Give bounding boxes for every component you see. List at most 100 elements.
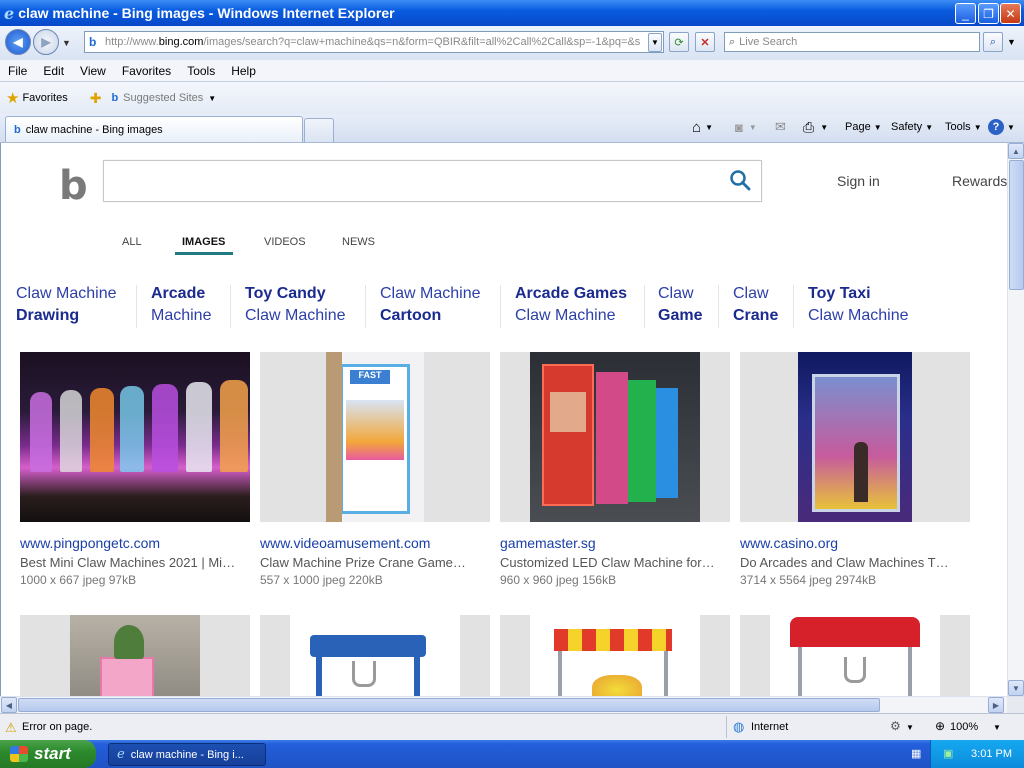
tab-current[interactable]: b claw machine - Bing images	[5, 116, 303, 142]
tab-images[interactable]: IMAGES	[182, 236, 225, 248]
warning-icon[interactable]: ⚠	[5, 720, 17, 736]
scroll-down-button[interactable]: ▼	[1008, 680, 1024, 696]
favorites-button[interactable]: Favorites	[22, 92, 67, 104]
scroll-left-button[interactable]: ◀	[1, 697, 17, 713]
url-prefix: http://www.	[105, 36, 159, 48]
result-source-link[interactable]: www.videoamusement.com	[260, 535, 430, 551]
zoom-level[interactable]: 100%	[950, 721, 978, 733]
image-result-thumbnail[interactable]	[20, 615, 250, 696]
page-menu[interactable]: Page ▼	[845, 117, 882, 137]
start-button[interactable]: start	[0, 740, 96, 768]
result-description[interactable]: Best Mini Claw Machines 2021 | Mi…	[20, 555, 270, 570]
scroll-right-button[interactable]: ▶	[988, 697, 1004, 713]
sign-in-link[interactable]: Sign in	[837, 173, 880, 189]
horizontal-scroll-thumb[interactable]	[18, 698, 880, 712]
bing-search-input[interactable]	[103, 160, 762, 202]
stop-icon: ✕	[700, 36, 710, 49]
window-titlebar: e claw machine - Bing images - Windows I…	[0, 0, 1024, 26]
bing-favicon-icon: b	[14, 123, 21, 136]
result-source-link[interactable]: www.casino.org	[740, 535, 838, 551]
stop-button[interactable]: ✕	[695, 32, 715, 52]
related-search-item[interactable]: Claw Machine Cartoon	[380, 283, 480, 327]
new-tab-button[interactable]	[304, 118, 334, 142]
image-result-thumbnail[interactable]	[500, 352, 730, 522]
search-options-dropdown[interactable]: ▼	[1007, 37, 1016, 47]
vertical-scrollbar[interactable]: ▲ ▼	[1007, 143, 1024, 696]
home-button[interactable]: ⌂ ▼	[692, 117, 713, 137]
zoom-dropdown[interactable]: ▼	[993, 723, 1001, 732]
clock[interactable]: 3:01 PM	[971, 748, 1012, 760]
related-search-item[interactable]: Claw Crane	[733, 283, 778, 327]
tab-all[interactable]: ALL	[122, 236, 142, 248]
suggested-sites-button[interactable]: Suggested Sites	[123, 92, 203, 104]
result-source-link[interactable]: gamemaster.sg	[500, 535, 596, 551]
related-search-item[interactable]: Toy Taxi Claw Machine	[808, 283, 908, 327]
keyboard-icon[interactable]: ▦	[911, 747, 921, 760]
address-dropdown[interactable]: ▼	[648, 33, 662, 52]
result-meta: 960 x 960 jpeg 156kB	[500, 573, 617, 587]
maximize-button[interactable]: ❐	[978, 3, 999, 24]
protected-mode-icon[interactable]: ⚙	[890, 719, 901, 733]
status-bar: ⚠ Error on page. ◍ Internet ⚙ ▼ ⊕ 100% ▼	[0, 713, 1024, 740]
live-search-input[interactable]: ⌕ Live Search	[724, 32, 980, 52]
chevron-down-icon[interactable]: ▼	[906, 723, 914, 732]
result-source-link[interactable]: www.pingpongetc.com	[20, 535, 160, 551]
image-result-thumbnail[interactable]	[740, 615, 970, 696]
security-zone[interactable]: Internet	[751, 721, 788, 733]
minimize-button[interactable]: _	[955, 3, 976, 24]
divider	[726, 716, 727, 738]
address-bar[interactable]: b http://www. bing.com/images/search?q=cl…	[84, 31, 664, 53]
globe-icon: ◍	[733, 719, 745, 734]
back-button[interactable]: ◀	[5, 29, 31, 55]
safety-menu[interactable]: Safety ▼	[891, 117, 933, 137]
horizontal-scrollbar[interactable]: ◀ ▶	[0, 696, 1024, 714]
scroll-up-button[interactable]: ▲	[1008, 143, 1024, 159]
rewards-link[interactable]: Rewards	[952, 173, 1007, 189]
menu-view[interactable]: View	[72, 64, 114, 78]
taskbar-item-ie[interactable]: e claw machine - Bing i...	[108, 743, 266, 766]
chevron-down-icon[interactable]: ▼	[208, 94, 216, 103]
related-search-item[interactable]: Toy Candy Claw Machine	[245, 283, 345, 327]
image-result-thumbnail[interactable]	[260, 615, 490, 696]
network-icon[interactable]: ▣	[943, 747, 953, 760]
tools-menu[interactable]: Tools ▼	[945, 117, 982, 137]
image-result-thumbnail[interactable]	[500, 615, 730, 696]
menu-tools[interactable]: Tools	[179, 64, 223, 78]
add-favorites-icon[interactable]: ✚	[90, 90, 102, 107]
status-error-text[interactable]: Error on page.	[22, 721, 92, 733]
image-result-thumbnail[interactable]	[20, 352, 250, 522]
tab-videos[interactable]: VIDEOS	[264, 236, 306, 248]
home-icon: ⌂	[692, 118, 702, 136]
search-icon[interactable]	[729, 169, 751, 191]
result-description[interactable]: Claw Machine Prize Crane Game…	[260, 555, 510, 570]
menu-help[interactable]: Help	[223, 64, 264, 78]
refresh-button[interactable]: ⟳	[669, 32, 689, 52]
print-button[interactable]: ⎙ ▼	[803, 117, 828, 137]
feeds-button[interactable]: ◙ ▼	[735, 117, 757, 137]
menu-bar: File Edit View Favorites Tools Help	[0, 60, 1024, 82]
related-search-item[interactable]: Claw Game	[658, 283, 702, 327]
menu-edit[interactable]: Edit	[35, 64, 72, 78]
related-search-item[interactable]: Arcade Machine	[151, 283, 211, 327]
related-search-item[interactable]: Claw Machine Drawing	[16, 283, 116, 327]
bing-logo[interactable]: b	[59, 163, 88, 209]
active-tab-indicator	[175, 252, 233, 255]
close-button[interactable]: ✕	[1000, 3, 1021, 24]
help-button[interactable]: ? ▼	[988, 117, 1015, 137]
related-search-item[interactable]: Arcade Games Claw Machine	[515, 283, 627, 327]
search-button[interactable]: ⌕	[983, 32, 1003, 52]
menu-file[interactable]: File	[0, 64, 35, 78]
mail-icon: ✉	[775, 119, 786, 134]
result-description[interactable]: Customized LED Claw Machine for…	[500, 555, 750, 570]
forward-button[interactable]: ▶	[33, 29, 59, 55]
menu-favorites[interactable]: Favorites	[114, 64, 179, 78]
recent-pages-dropdown[interactable]: ▼	[62, 38, 71, 48]
tab-news[interactable]: NEWS	[342, 236, 375, 248]
result-description[interactable]: Do Arcades and Claw Machines T…	[740, 555, 990, 570]
image-result-thumbnail[interactable]: FAST	[260, 352, 490, 522]
favorites-bar: ★ Favorites ✚ b Suggested Sites ▼	[0, 82, 1024, 114]
read-mail-button[interactable]: ✉	[775, 117, 786, 137]
printer-icon: ⎙	[803, 118, 815, 135]
vertical-scroll-thumb[interactable]	[1009, 160, 1024, 290]
image-result-thumbnail[interactable]	[740, 352, 970, 522]
